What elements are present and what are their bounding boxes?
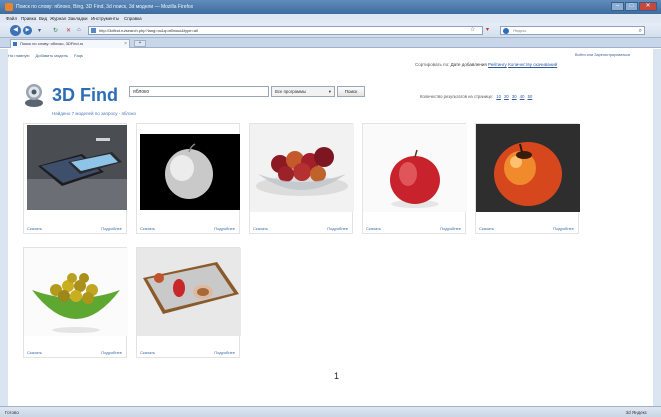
sort-label: Сортировать по: [415,62,450,67]
download-link[interactable]: Скачать [27,350,42,355]
download-link[interactable]: Скачать [140,350,155,355]
tab-label: Поиск по слову: яблоко, 3DFind.ru [20,41,84,46]
top-links: На главную Добавить модель Faqs [8,53,83,58]
per-page-40[interactable]: 40 [520,94,525,99]
tab-close-icon[interactable]: × [124,40,127,48]
result-card[interactable]: Скачать Подробнее [136,247,241,358]
status-text: Готово [5,410,19,415]
per-page-label: Количество результатов на странице: [420,94,494,99]
menu-tools[interactable]: Инструменты [91,16,119,21]
per-page-10[interactable]: 10 [496,94,501,99]
menu-file[interactable]: Файл [6,16,17,21]
per-page-row: Количество результатов на странице: 10 2… [420,94,532,99]
logo-robot-icon[interactable] [22,82,46,108]
result-card[interactable]: Скачать Подробнее [362,123,467,234]
minimize-button[interactable]: – [611,2,624,11]
per-page-30[interactable]: 30 [512,94,517,99]
query-input[interactable]: яблоко [129,86,269,97]
dropdown-history-icon[interactable]: ▾ [38,27,41,34]
search-button[interactable]: Поиск [337,86,365,97]
site-favicon [91,28,96,33]
go-icon[interactable]: ☆ [470,26,475,33]
search-placeholder: Яндекс [513,28,527,33]
sort-current: Дате добавления [450,62,487,67]
tab-favicon [13,42,17,46]
iphone-thumbnail[interactable] [24,124,128,212]
result-card[interactable]: Скачать Подробнее [249,123,354,234]
new-tab-button[interactable]: + [134,40,146,47]
download-link[interactable]: Скачать [140,226,155,231]
orange-apple-thumbnail[interactable] [476,124,580,212]
tab-current[interactable]: Поиск по слову: яблоко, 3DFind.ru × [10,39,130,48]
pagination-page-1[interactable]: 1 [334,371,339,381]
window-titlebar: Поиск по слову: яблоко, Bing, 3D Find, 3… [0,0,661,14]
tray-thumbnail[interactable] [137,248,241,336]
login-link[interactable]: Войти или Зарегистрироваться [575,53,630,57]
link-add-model[interactable]: Добавить модель [36,53,69,58]
white-apple-thumbnail[interactable] [137,124,241,212]
search-icon[interactable]: ⌕ [639,27,642,35]
navigation-toolbar: ◀ ▶ ▾ ↻ ✕ ⌂ http://3dfind.ru/search.php?… [0,23,661,38]
dropdown-url-icon[interactable]: ▾ [486,26,489,33]
stop-icon[interactable]: ✕ [66,27,71,34]
found-count-text: Найдено 7 моделей по запросу - яблоко [52,111,136,116]
result-card[interactable]: Скачать Подробнее [136,123,240,234]
status-right-text: 3d Яндекс [625,410,647,415]
window-title: Поиск по слову: яблоко, Bing, 3D Find, 3… [16,4,194,10]
reload-icon[interactable]: ↻ [53,27,58,34]
per-page-50[interactable]: 50 [528,94,533,99]
logo-text[interactable]: 3D Find [52,85,118,106]
result-card[interactable]: Скачать Подробнее [475,123,580,234]
details-link[interactable]: Подробнее [101,226,122,231]
sort-downloads-link[interactable]: Количеству скачиваний [508,62,557,67]
details-link[interactable]: Подробнее [440,226,461,231]
details-link[interactable]: Подробнее [327,226,348,231]
download-link[interactable]: Скачать [479,226,494,231]
left-frame [0,49,8,406]
program-select-value: Все программы [275,89,307,94]
status-bar: Готово 3d Яндекс [0,406,661,417]
per-page-20[interactable]: 20 [504,94,509,99]
back-icon[interactable]: ◀ [10,25,21,36]
address-text: http://3dfind.ru/search.php?lang=ru&q=яб… [99,28,198,33]
firefox-icon [5,3,13,11]
link-home[interactable]: На главную [8,53,30,58]
result-card[interactable]: Скачать Подробнее [23,247,128,358]
download-link[interactable]: Скачать [27,226,42,231]
details-link[interactable]: Подробнее [214,226,235,231]
menu-bar: Файл Правка Вид Журнал Закладки Инструме… [0,14,661,23]
menu-view[interactable]: Вид [39,16,47,21]
details-link[interactable]: Подробнее [553,226,574,231]
menu-bookmarks[interactable]: Закладки [68,16,87,21]
menu-help[interactable]: Справка [124,16,142,21]
details-link[interactable]: Подробнее [101,350,122,355]
program-select[interactable]: Все программы ▾ [271,86,335,97]
home-icon[interactable]: ⌂ [77,27,81,33]
red-apple-thumbnail[interactable] [363,124,467,212]
maximize-button[interactable]: □ [625,2,638,11]
web-search-box[interactable]: Яндекс ⌕ [500,26,645,35]
address-bar[interactable]: http://3dfind.ru/search.php?lang=ru&q=яб… [88,26,483,35]
menu-history[interactable]: Журнал [50,16,66,21]
tab-bar: Поиск по слову: яблоко, 3DFind.ru × + [0,38,661,48]
menu-edit[interactable]: Правка [21,16,36,21]
details-link[interactable]: Подробнее [214,350,235,355]
result-card[interactable]: Скачать Подробнее [23,123,127,234]
chevron-down-icon: ▾ [328,89,331,94]
sort-row: Сортировать по: Дате добавления Рейтингу… [415,62,557,67]
link-faqs[interactable]: Faqs [74,53,83,58]
download-link[interactable]: Скачать [253,226,268,231]
fruit-bowl-thumbnail[interactable] [250,124,354,212]
sort-rating-link[interactable]: Рейтингу [488,62,507,67]
close-window-button[interactable]: ✕ [639,2,657,11]
right-frame [653,49,661,406]
download-link[interactable]: Скачать [366,226,381,231]
search-engine-icon [503,28,509,34]
green-bowl-thumbnail[interactable] [24,248,128,336]
forward-icon[interactable]: ▶ [23,26,32,35]
